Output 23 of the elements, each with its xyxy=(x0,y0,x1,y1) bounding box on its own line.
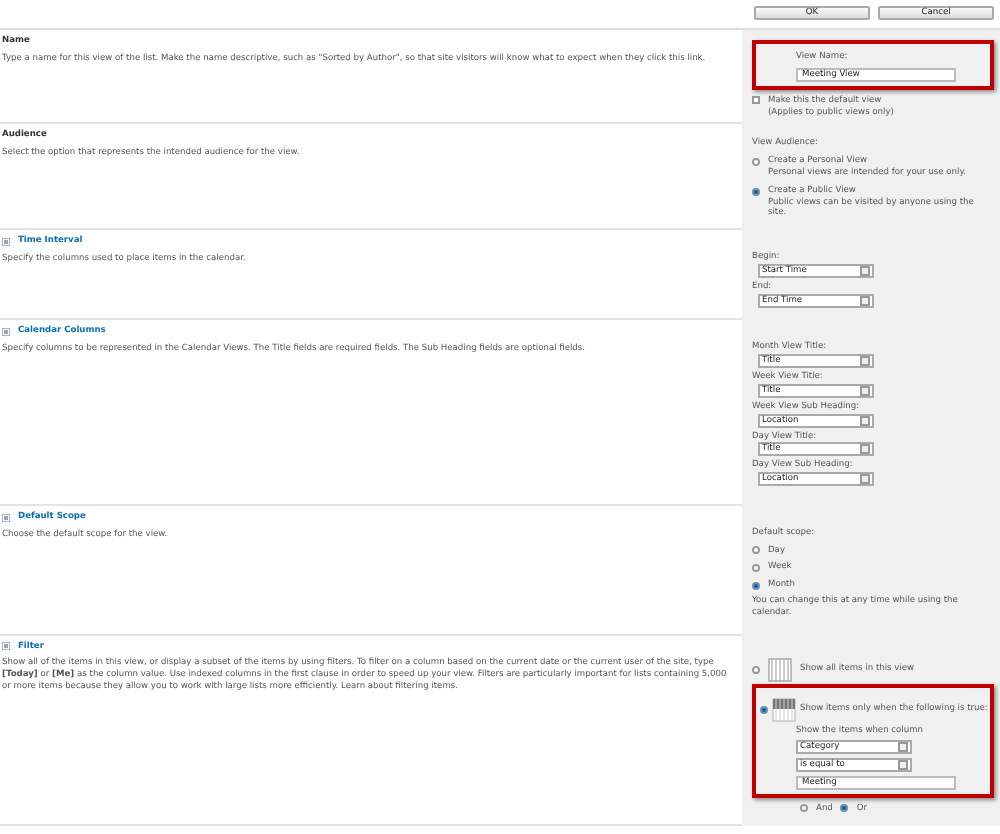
checkbox[interactable] xyxy=(752,95,760,104)
radio-button[interactable] xyxy=(800,804,808,813)
radio-button[interactable] xyxy=(752,546,760,555)
filter-table-icon xyxy=(772,697,796,722)
radio-button[interactable] xyxy=(752,187,760,196)
radio-button[interactable] xyxy=(752,564,760,573)
caret-icon xyxy=(860,265,870,276)
caret-icon xyxy=(860,474,870,485)
radio-button[interactable] xyxy=(752,665,760,674)
caret-icon xyxy=(860,415,870,426)
caret-icon xyxy=(860,385,870,396)
radio-button[interactable] xyxy=(752,582,760,591)
collapse-icon xyxy=(2,238,10,247)
collapse-icon xyxy=(2,513,10,522)
collapse-icon xyxy=(2,642,10,651)
collapse-icon xyxy=(2,328,10,337)
table-columns-icon xyxy=(768,657,792,682)
caret-icon xyxy=(860,444,870,455)
radio-button[interactable] xyxy=(760,705,768,714)
caret-icon xyxy=(860,295,870,306)
caret-icon xyxy=(860,356,870,367)
radio-button[interactable] xyxy=(840,804,849,813)
radio-button[interactable] xyxy=(752,158,760,167)
